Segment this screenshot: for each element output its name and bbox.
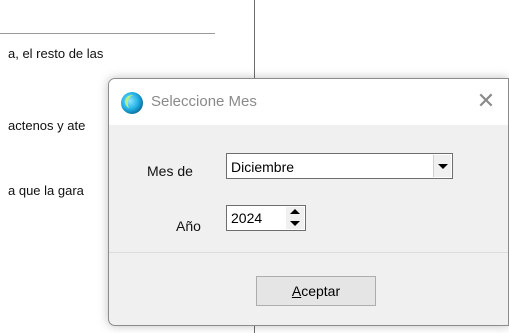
document-text-line: actenos y ate bbox=[8, 118, 86, 133]
year-spinner-buttons bbox=[286, 207, 304, 229]
document-text-line: a que la gara bbox=[8, 183, 84, 198]
chevron-down-icon[interactable] bbox=[433, 155, 451, 177]
accept-label: ceptar bbox=[301, 283, 341, 299]
select-month-dialog: Seleccione Mes ✕ Mes de Diciembre Año 20… bbox=[108, 78, 509, 326]
close-button[interactable]: ✕ bbox=[464, 79, 508, 125]
year-label: Año bbox=[176, 218, 201, 234]
document-rule bbox=[0, 33, 215, 34]
dialog-titlebar[interactable]: Seleccione Mes ✕ bbox=[109, 79, 508, 125]
accept-button[interactable]: Aceptar bbox=[256, 276, 376, 306]
month-label: Mes de bbox=[147, 163, 193, 179]
close-icon: ✕ bbox=[476, 88, 496, 113]
document-text-line: a, el resto de las bbox=[8, 46, 104, 61]
year-spinner[interactable]: 2024 bbox=[226, 205, 306, 231]
spin-down-icon[interactable] bbox=[286, 218, 304, 229]
month-select-value: Diciembre bbox=[231, 159, 295, 175]
dialog-separator bbox=[109, 252, 508, 253]
accept-accelerator: A bbox=[291, 283, 302, 299]
month-select[interactable]: Diciembre bbox=[226, 153, 453, 179]
year-spinner-value: 2024 bbox=[231, 210, 263, 226]
spin-up-icon[interactable] bbox=[286, 207, 304, 218]
app-icon bbox=[121, 92, 143, 114]
dialog-title: Seleccione Mes bbox=[151, 93, 257, 110]
